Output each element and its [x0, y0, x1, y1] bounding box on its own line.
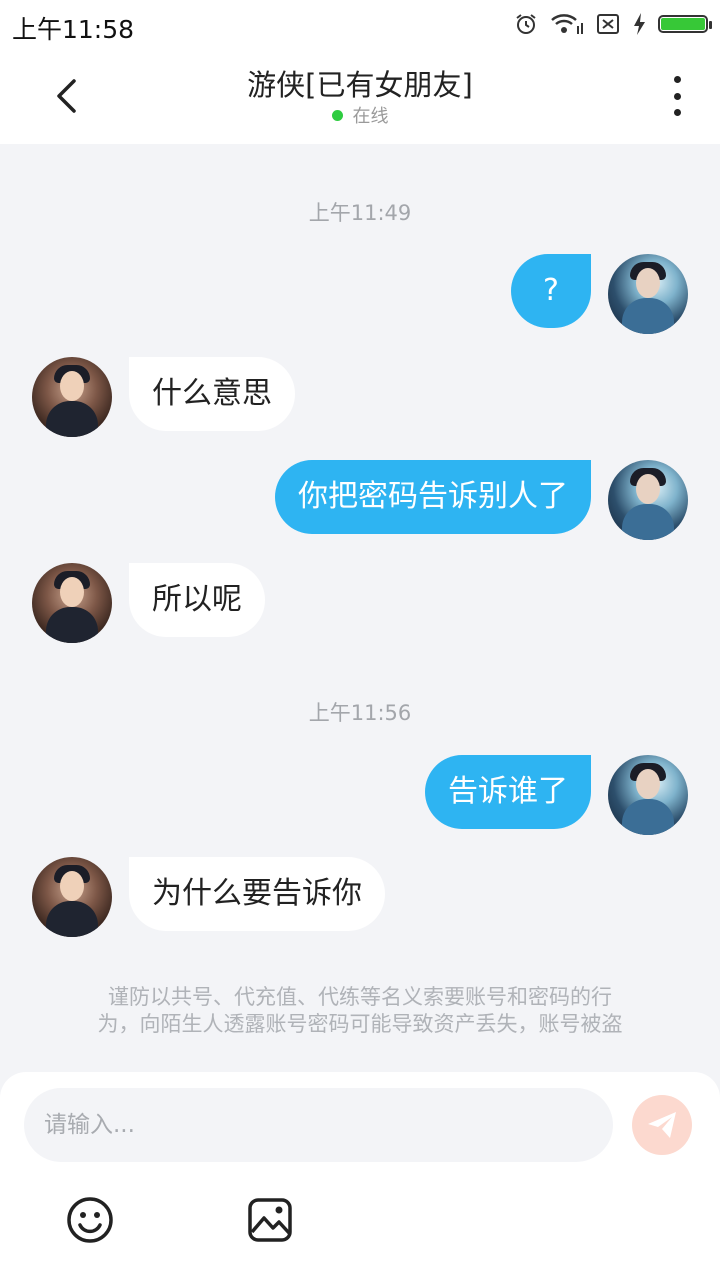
more-options-button[interactable] [662, 76, 692, 116]
online-dot [331, 110, 343, 121]
my-avatar[interactable] [608, 460, 688, 540]
emoji-button[interactable] [64, 1194, 116, 1246]
chat-header: 游侠[已有女朋友] 在线 [0, 50, 720, 144]
message-bubble-incoming[interactable]: 什么意思 [129, 357, 295, 431]
battery-icon [658, 15, 712, 33]
contact-avatar[interactable] [32, 563, 112, 643]
more-icon [673, 76, 681, 83]
image-icon [248, 1198, 292, 1242]
contact-avatar[interactable] [32, 857, 112, 937]
message-bubble-outgoing[interactable]: ? [511, 254, 591, 328]
message-bubble-incoming[interactable]: 所以呢 [129, 563, 265, 637]
security-notice: 谨防以共号、代充值、代练等名义索要账号和密码的行 为，向陌生人透露账号密码可能导… [60, 984, 660, 1038]
contact-avatar[interactable] [32, 357, 112, 437]
timestamp: 上午11:56 [308, 701, 412, 725]
charging-icon [634, 13, 645, 35]
message-bubble-incoming[interactable]: 为什么要告诉你 [129, 857, 385, 931]
security-notice-line: 为，向陌生人透露账号密码可能导致资产丢失，账号被盗 [97, 1012, 623, 1036]
online-status: 在线 [0, 102, 720, 128]
my-avatar[interactable] [608, 755, 688, 835]
wifi-icon [551, 14, 583, 34]
message-input[interactable] [24, 1088, 613, 1162]
send-icon [648, 1112, 676, 1138]
alarm-icon [516, 14, 536, 34]
security-notice-line: 谨防以共号、代充值、代练等名义索要账号和密码的行 [108, 985, 612, 1009]
status-time: 上午11:58 [12, 15, 135, 44]
input-bar [0, 1072, 720, 1280]
status-icons [514, 11, 712, 37]
timestamp: 上午11:49 [308, 201, 412, 225]
message-bubble-outgoing[interactable]: 告诉谁了 [425, 755, 591, 829]
emoji-icon [67, 1197, 113, 1243]
status-bar: 上午11:58 [0, 0, 720, 50]
send-button[interactable] [632, 1095, 692, 1155]
contact-name: 游侠[已有女朋友] [247, 68, 473, 102]
my-avatar[interactable] [608, 254, 688, 334]
message-bubble-outgoing[interactable]: 你把密码告诉别人了 [275, 460, 591, 534]
sim-icon [597, 14, 619, 34]
image-button[interactable] [244, 1194, 296, 1246]
online-status-label: 在线 [352, 106, 389, 127]
